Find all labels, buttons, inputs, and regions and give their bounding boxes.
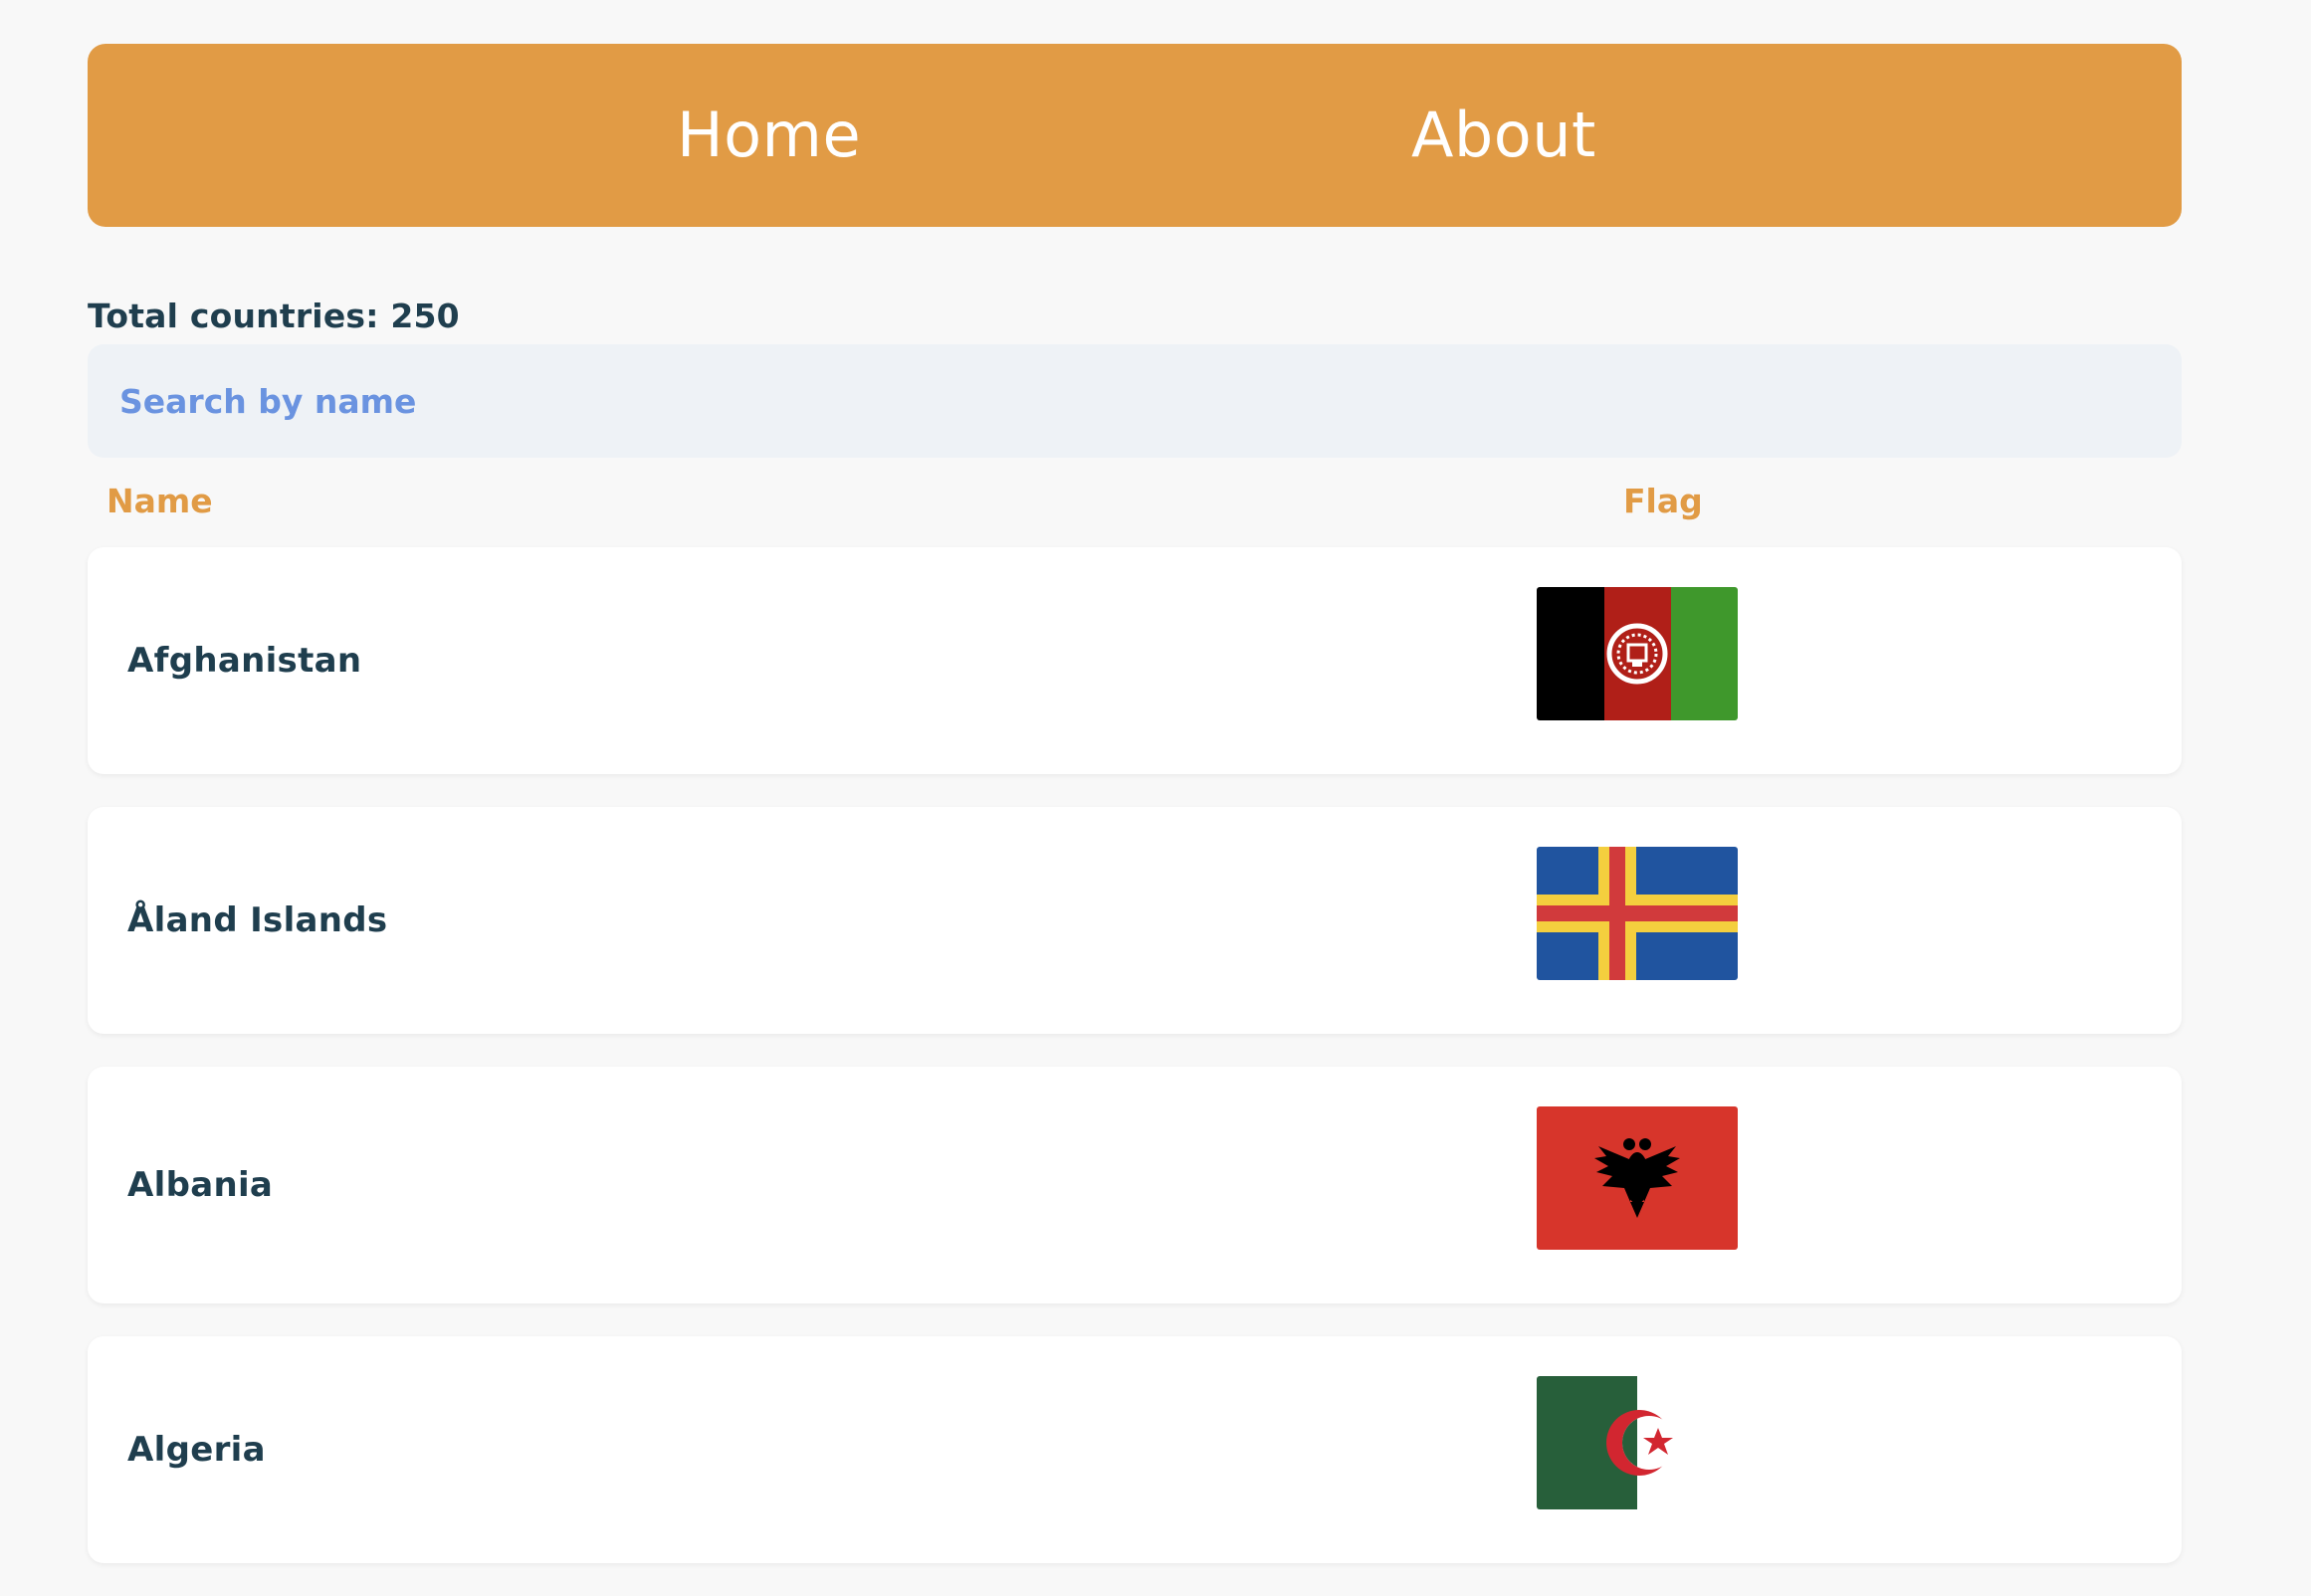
country-row[interactable]: Algeria xyxy=(88,1336,2182,1563)
country-name: Afghanistan xyxy=(127,641,362,681)
afghanistan-flag-icon xyxy=(1537,587,1738,720)
total-countries-count: Total countries: 250 xyxy=(88,297,460,335)
nav-link-home[interactable]: Home xyxy=(677,44,861,227)
column-header-flag: Flag xyxy=(1623,482,1703,520)
nav-link-about[interactable]: About xyxy=(1411,44,1596,227)
albania-flag-icon xyxy=(1537,1106,1738,1250)
search-input[interactable] xyxy=(88,344,2182,458)
column-header-name: Name xyxy=(106,482,213,520)
country-name: Åland Islands xyxy=(127,900,388,940)
country-row[interactable]: Åland Islands xyxy=(88,807,2182,1034)
top-navbar: Home About xyxy=(88,44,2182,227)
country-name: Albania xyxy=(127,1165,274,1205)
aland-islands-flag-icon xyxy=(1537,847,1738,980)
algeria-flag-icon xyxy=(1537,1376,1738,1509)
page-container: Home About Total countries: 250 Name Fla… xyxy=(88,44,2182,1596)
table-header: Name Flag xyxy=(88,458,2182,547)
country-name: Algeria xyxy=(127,1430,266,1470)
country-row[interactable]: Albania xyxy=(88,1067,2182,1303)
country-row[interactable]: Afghanistan xyxy=(88,547,2182,774)
